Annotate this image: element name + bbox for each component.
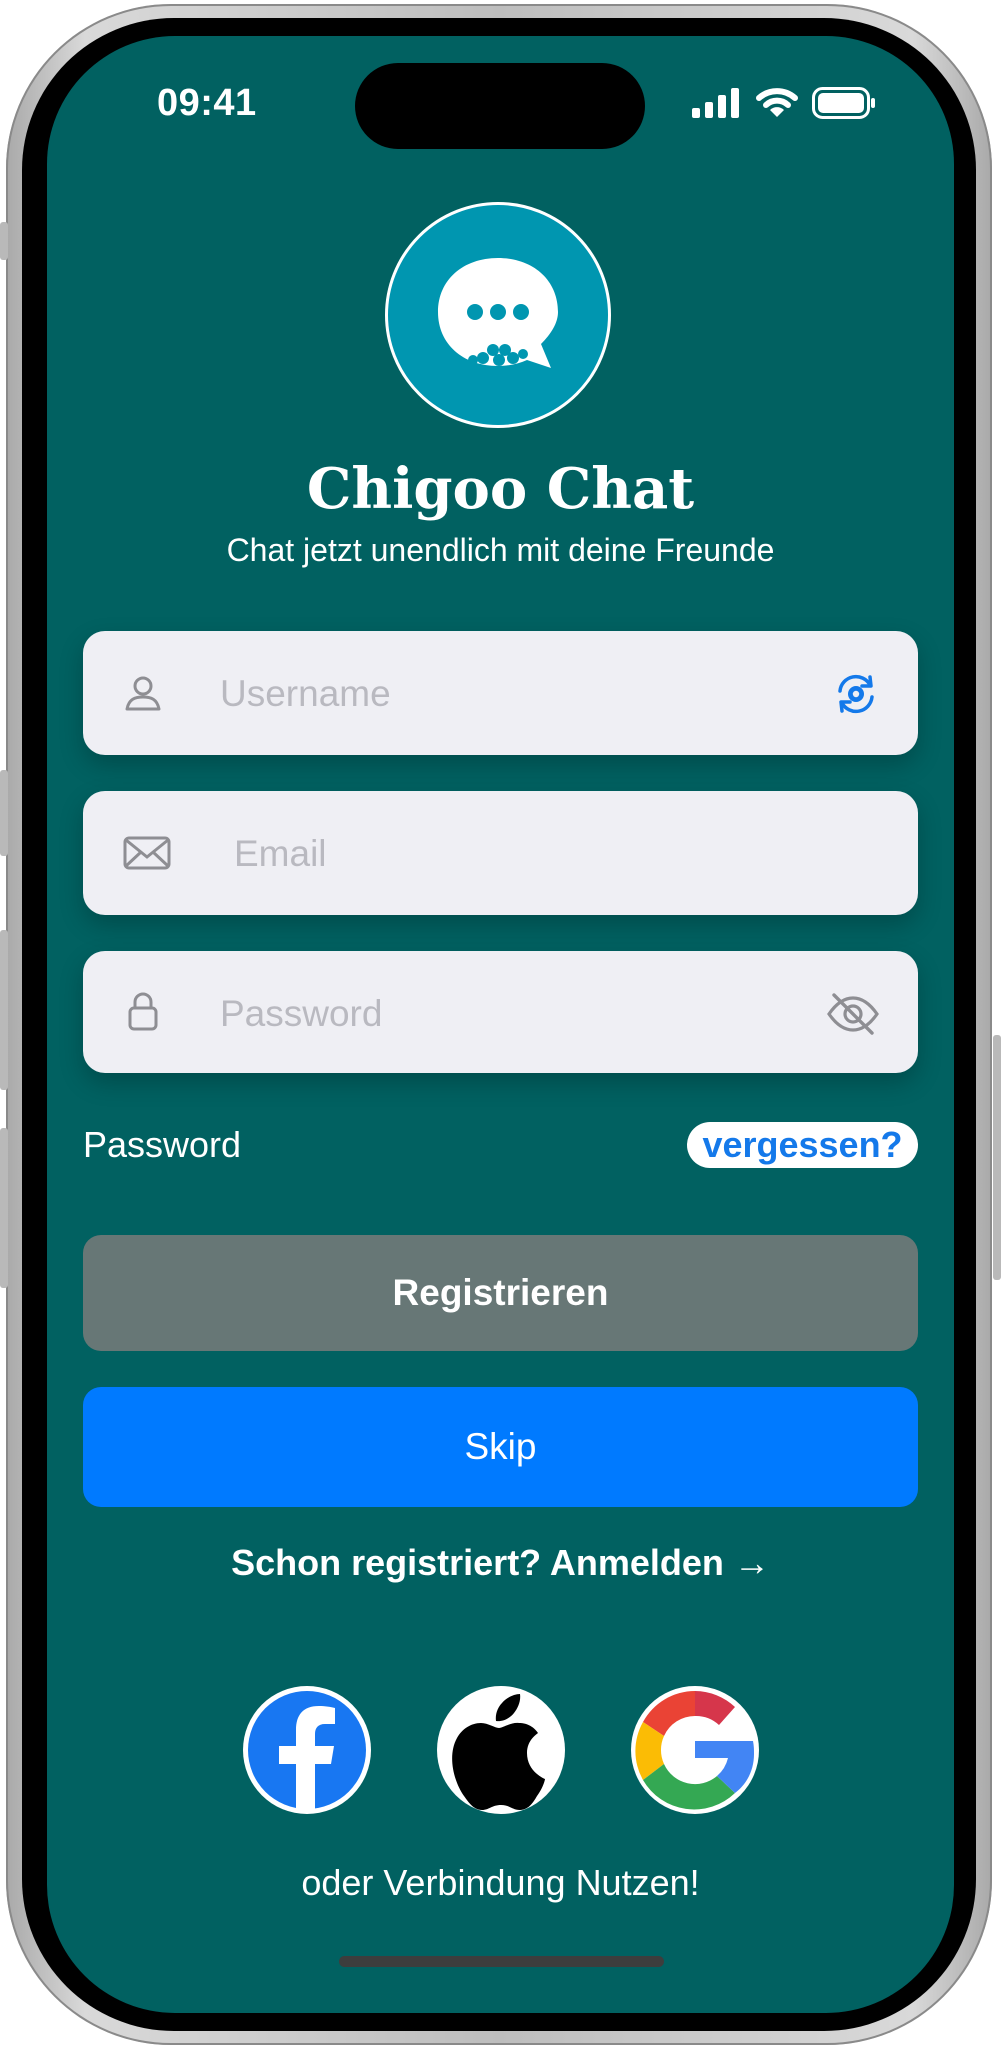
action-button	[0, 222, 8, 260]
username-field[interactable]	[83, 631, 918, 755]
email-field[interactable]	[83, 791, 918, 915]
status-icons	[692, 86, 876, 120]
power-button	[993, 1035, 1001, 1280]
username-input[interactable]	[218, 657, 782, 731]
password-field[interactable]	[83, 951, 918, 1073]
signin-link[interactable]: Schon registriert? Anmelden →	[47, 1542, 954, 1584]
skip-button[interactable]: Skip	[83, 1387, 918, 1507]
battery-icon	[812, 87, 875, 119]
password-label: Password	[83, 1124, 242, 1165]
forgot-password-link[interactable]: vergessen?	[687, 1122, 918, 1168]
person-icon	[125, 676, 161, 711]
eye-slash-icon[interactable]	[826, 991, 880, 1037]
google-button[interactable]	[631, 1686, 759, 1814]
email-input[interactable]	[232, 817, 796, 891]
register-button[interactable]: Registrieren	[83, 1235, 918, 1351]
home-indicator	[339, 1956, 664, 1967]
signal-icon	[692, 88, 739, 118]
volume-down-button	[0, 1128, 8, 1288]
phone-screen: 09:41 Chigoo Chat Chat jetzt unendlich m…	[47, 36, 954, 2013]
facebook-icon	[248, 1691, 366, 1810]
app-logo	[385, 202, 611, 428]
app-subtitle: Chat jetzt unendlich mit deine Freunde	[226, 532, 775, 568]
app-title: Chigoo Chat	[306, 456, 695, 522]
wifi-icon	[756, 88, 798, 117]
status-time: 09:41	[157, 82, 257, 124]
password-input[interactable]	[218, 977, 782, 1051]
facebook-button[interactable]	[243, 1686, 371, 1814]
dynamic-island	[355, 63, 645, 149]
volume-down-button	[0, 930, 8, 1090]
lock-icon	[128, 992, 158, 1031]
google-icon	[635, 1691, 754, 1810]
envelope-icon	[123, 836, 171, 870]
social-caption: oder Verbindung Nutzen!	[301, 1862, 700, 1903]
volume-up-button	[0, 770, 8, 856]
refresh-settings-icon[interactable]	[832, 671, 880, 717]
apple-button[interactable]	[437, 1686, 565, 1814]
chat-bubble-icon	[438, 258, 558, 368]
apple-icon	[452, 1694, 545, 1810]
